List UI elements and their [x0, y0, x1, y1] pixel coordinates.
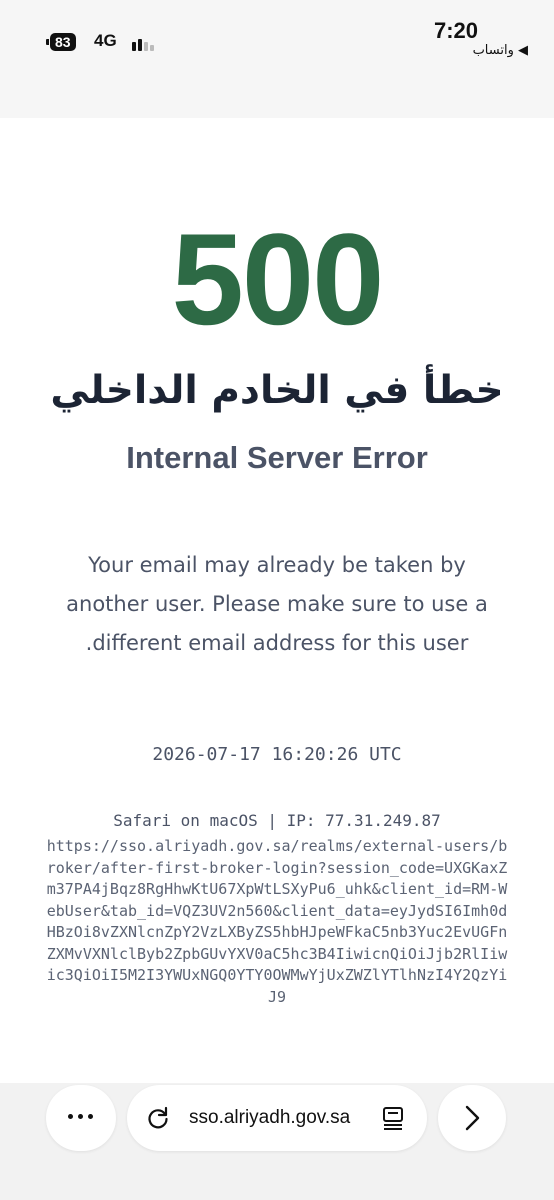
network-type: 4G	[94, 31, 117, 50]
error-page: 500 خطأ في الخادم الداخلي Internal Serve…	[0, 118, 554, 1083]
forward-button[interactable]	[438, 1085, 506, 1151]
client-info: Safari on macOS | IP: 77.31.249.87	[113, 811, 441, 830]
address-text[interactable]: sso.alriyadh.gov.sa	[189, 1107, 350, 1129]
chevron-right-icon	[465, 1105, 480, 1131]
reload-icon[interactable]	[145, 1105, 171, 1131]
reader-mode-icon[interactable]	[381, 1106, 405, 1130]
error-message: Your email may already be taken by anoth…	[66, 553, 488, 655]
error-timestamp: 2026-07-17 16:20:26 UTC	[152, 744, 402, 765]
battery-indicator: 83	[46, 33, 76, 51]
more-options-button[interactable]	[46, 1085, 116, 1151]
status-bar: 83 4G 7:20 ◀ واتساب	[0, 0, 554, 118]
error-code: 500	[171, 206, 385, 352]
error-title-arabic: خطأ في الخادم الداخلي	[50, 368, 504, 413]
signal-strength-icon	[132, 35, 160, 51]
address-bar[interactable]: sso.alriyadh.gov.sa	[127, 1085, 427, 1151]
status-time: 7:20	[433, 18, 478, 43]
ellipsis-icon	[68, 1114, 94, 1120]
error-title-english: Internal Server Error	[126, 440, 428, 475]
browser-toolbar: sso.alriyadh.gov.sa	[0, 1083, 554, 1200]
back-to-app-link[interactable]: ◀ واتساب	[473, 43, 528, 58]
request-url: https://sso.alriyadh.gov.sa/realms/exter…	[46, 837, 508, 1006]
